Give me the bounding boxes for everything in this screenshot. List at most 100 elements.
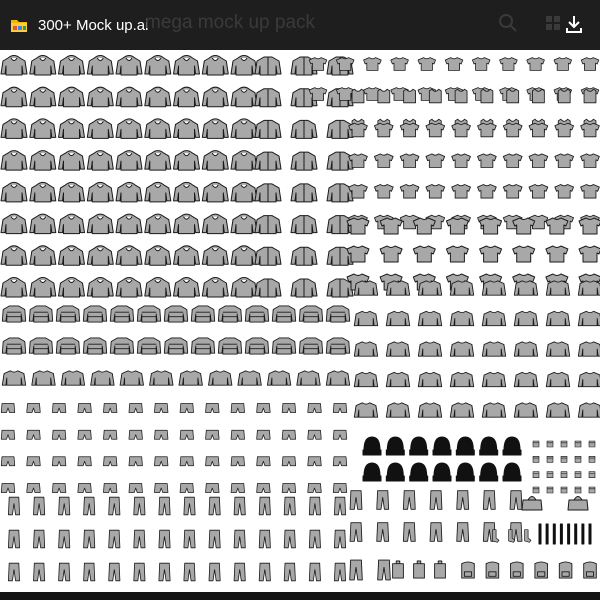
pocket-mockup xyxy=(546,471,554,479)
pants-mockup xyxy=(333,562,347,582)
tee-mockup xyxy=(472,57,491,71)
jacket-mockup xyxy=(254,215,282,235)
pants-mockup xyxy=(108,529,121,549)
sweat-mockup xyxy=(577,310,600,327)
sweat-mockup xyxy=(513,402,539,418)
sweat-mockup xyxy=(385,280,411,296)
beanie-mockup xyxy=(409,436,429,456)
puffer-mockup xyxy=(298,337,324,355)
shorts-mockup xyxy=(230,456,245,467)
sweat-mockup xyxy=(417,371,443,388)
tee-mockup xyxy=(451,153,471,168)
puffer-mockup xyxy=(136,305,162,323)
shorts-mockup xyxy=(256,483,271,493)
backpack-mockup xyxy=(461,561,475,579)
hoodie-mockup xyxy=(29,277,57,298)
jacket-mockup xyxy=(290,246,318,266)
hoodie-mockup xyxy=(86,55,114,76)
sweat-mockup xyxy=(417,310,443,327)
shorts-mockup xyxy=(0,429,16,440)
hoodie-mockup xyxy=(173,86,200,108)
hoodie-mockup xyxy=(86,213,114,235)
shorts-mockup xyxy=(103,429,118,440)
hoodie-mockup xyxy=(58,150,85,171)
suitcase-mockup xyxy=(392,560,404,579)
pants-mockup xyxy=(208,529,221,549)
shorts-mockup xyxy=(0,483,16,493)
hoodie-mockup xyxy=(58,245,85,266)
pocket-mockup xyxy=(588,486,596,494)
hoodie-mockup xyxy=(201,181,229,203)
puffer-mockup xyxy=(244,337,270,355)
tee-mockup xyxy=(379,245,403,263)
puffer-mockup xyxy=(217,305,243,323)
pants-mockup xyxy=(133,529,146,549)
jacket-mockup xyxy=(254,119,282,139)
hoodie-mockup xyxy=(201,86,229,108)
hoodie-mockup xyxy=(86,86,114,108)
pants-mockup xyxy=(482,490,496,510)
shorts-mockup xyxy=(154,429,169,440)
sweat-mockup xyxy=(385,402,411,418)
beanie-mockup xyxy=(479,462,499,482)
pants-mockup xyxy=(158,529,171,549)
tee-mockup xyxy=(512,245,536,263)
pants-mockup xyxy=(456,522,470,542)
shorts-mockup xyxy=(77,403,92,413)
shorts-mockup xyxy=(179,429,194,440)
shorts-mockup xyxy=(307,403,322,413)
tee-mockup xyxy=(526,57,545,71)
tee-mockup xyxy=(444,57,464,71)
tee-mockup xyxy=(445,245,469,263)
tee-mockup xyxy=(580,153,600,168)
hoodie-mockup xyxy=(0,213,28,235)
jacket-mockup xyxy=(290,278,318,298)
strap-mockup xyxy=(559,523,563,545)
hoodie-mockup xyxy=(0,55,28,76)
tee-mockup xyxy=(425,153,446,168)
hoodie-mockup xyxy=(144,245,172,266)
shorts-mockup xyxy=(26,403,41,413)
pocket-mockup xyxy=(588,455,596,463)
sweat-mockup xyxy=(178,370,203,386)
hoodie-mockup xyxy=(86,118,114,139)
jacket-mockup xyxy=(254,56,282,76)
hoodie-mockup xyxy=(86,277,114,298)
hoodie-mockup xyxy=(115,86,143,108)
beanie-mockup xyxy=(455,436,475,456)
pants-mockup xyxy=(377,559,391,581)
pants-mockup xyxy=(258,496,271,516)
file-title: 300+ Mock up.ai xyxy=(38,16,149,34)
pants-mockup xyxy=(133,562,146,582)
sweat-mockup xyxy=(577,280,600,296)
tee-mockup xyxy=(374,122,394,138)
jacket-mockup xyxy=(290,119,318,139)
puffer-mockup xyxy=(109,337,135,355)
jacket-mockup xyxy=(290,151,318,171)
download-button[interactable] xyxy=(562,12,586,36)
pants-mockup xyxy=(402,490,416,510)
pants-mockup xyxy=(333,529,347,549)
sweat-mockup xyxy=(481,402,507,418)
hoodie-mockup xyxy=(173,245,200,266)
shorts-mockup xyxy=(26,456,41,467)
jacket-mockup xyxy=(254,183,282,203)
puffer-mockup xyxy=(1,305,27,323)
tee-mockup xyxy=(499,57,518,71)
shorts-mockup xyxy=(154,456,169,467)
beanie-mockup xyxy=(502,436,522,456)
pants-mockup xyxy=(208,562,221,582)
download-icon xyxy=(566,16,582,33)
hoodie-mockup xyxy=(144,150,172,171)
tee-mockup xyxy=(580,122,600,138)
sweat-mockup xyxy=(353,402,379,418)
tee-mockup xyxy=(554,184,574,199)
strap-mockup xyxy=(581,523,585,545)
strap-mockup xyxy=(538,523,542,545)
pants-mockup xyxy=(376,490,390,510)
shorts-mockup xyxy=(51,456,67,467)
pants-mockup xyxy=(233,529,246,549)
tank-mockup xyxy=(428,88,442,104)
shorts-mockup xyxy=(256,456,271,467)
pants-mockup xyxy=(308,496,321,516)
